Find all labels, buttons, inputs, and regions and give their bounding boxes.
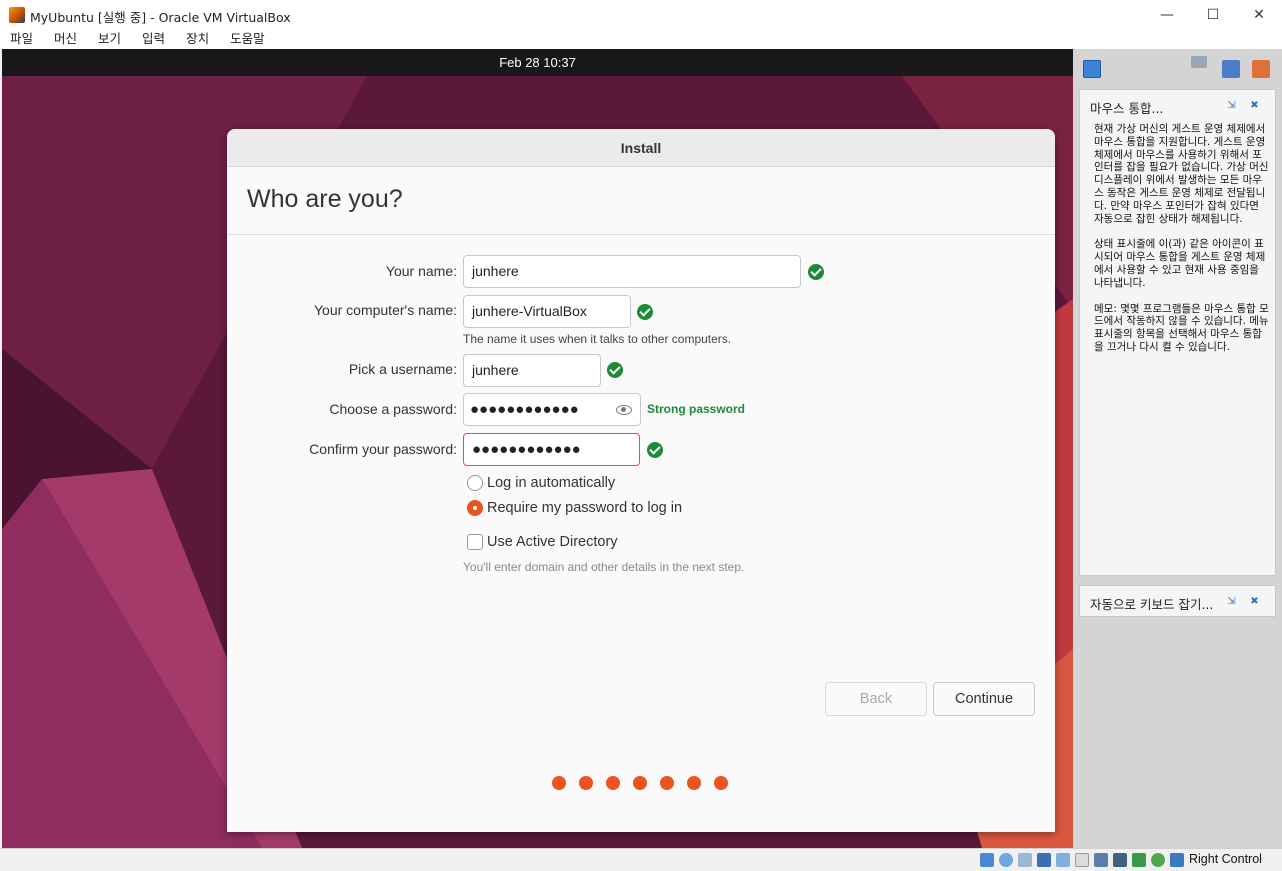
- progress-dot: [579, 776, 593, 790]
- menu-file[interactable]: 파일: [10, 30, 33, 50]
- mouse-paragraph-2: 상태 표시줄에 이(과) 같은 아이콘이 표시되어 마우스 통합을 게스트 운영…: [1094, 238, 1266, 289]
- mouse-integration-icon[interactable]: [1151, 853, 1165, 867]
- installer-dialog: Install Who are you? Your name: junhere …: [227, 129, 1055, 832]
- continue-button[interactable]: Continue: [933, 682, 1035, 716]
- recording-icon[interactable]: [1113, 853, 1127, 867]
- menu-help[interactable]: 도움말: [230, 30, 265, 50]
- window-title: MyUbuntu [실행 중] - Oracle VM VirtualBox: [30, 10, 291, 25]
- computer-name-hint: The name it uses when it talks to other …: [463, 332, 732, 346]
- keyboard-capture-panel: 자동으로 키보드 잡기... ⇲ ✖: [1079, 585, 1276, 617]
- name-input[interactable]: junhere: [463, 255, 801, 288]
- mouse-paragraph-1: 현재 가상 머신의 게스트 운영 체제에서 마우스 통합을 지원합니다. 게스트…: [1094, 123, 1269, 225]
- menu-view[interactable]: 보기: [98, 30, 121, 50]
- active-directory-label[interactable]: Use Active Directory: [487, 534, 618, 550]
- confirm-password-label: Confirm your password:: [309, 441, 457, 457]
- mouse-paragraph-3: 메모: 몇몇 프로그램들은 마우스 통합 모드에서 작동하지 않을 수 있습니다…: [1094, 302, 1269, 353]
- window-titlebar: MyUbuntu [실행 중] - Oracle VM VirtualBox —…: [0, 0, 1282, 30]
- password-input[interactable]: ●●●●●●●●●●●●: [463, 393, 641, 426]
- dialog-title: Install: [227, 129, 1055, 167]
- username-input[interactable]: junhere: [463, 354, 601, 387]
- host-key-label: Right Control: [1189, 852, 1262, 866]
- virtualization-icon[interactable]: [1132, 853, 1146, 867]
- keyboard-icon[interactable]: [1170, 853, 1184, 867]
- active-directory-hint: You'll enter domain and other details in…: [463, 560, 745, 574]
- usb-icon[interactable]: [1056, 853, 1070, 867]
- name-valid-icon: [808, 264, 824, 280]
- virtualbox-app-icon: [9, 7, 25, 23]
- show-password-icon[interactable]: [616, 405, 632, 415]
- display-icon[interactable]: [1094, 853, 1108, 867]
- progress-dot: [687, 776, 701, 790]
- confirm-password-input[interactable]: ●●●●●●●●●●●●: [463, 433, 640, 466]
- divider: [227, 234, 1055, 235]
- computer-name-input[interactable]: junhere-VirtualBox: [463, 295, 631, 328]
- mouse-integration-title: 마우스 통합...: [1090, 101, 1164, 116]
- notification-side-panel: 마우스 통합... ⇲ ✖ 현재 가상 머신의 게스트 운영 체제에서 마우스 …: [1073, 49, 1282, 848]
- progress-dot: [714, 776, 728, 790]
- maximize-button[interactable]: ☐: [1190, 0, 1236, 30]
- menu-input[interactable]: 입력: [142, 30, 165, 50]
- shared-folders-icon[interactable]: [1075, 853, 1089, 867]
- hard-disk-icon[interactable]: [980, 853, 994, 867]
- pin-icon[interactable]: ⇲: [1226, 100, 1237, 111]
- mouse-integration-text: 현재 가상 머신의 게스트 운영 체제에서 마우스 통합을 지원합니다. 게스트…: [1094, 123, 1270, 367]
- username-valid-icon: [607, 362, 623, 378]
- menu-devices[interactable]: 장치: [186, 30, 209, 50]
- back-button[interactable]: Back: [825, 682, 927, 716]
- password-label: Choose a password:: [329, 401, 457, 417]
- progress-dot: [633, 776, 647, 790]
- computer-name-valid-icon: [637, 304, 653, 320]
- username-label: Pick a username:: [348, 361, 457, 377]
- pin-icon[interactable]: ⇲: [1226, 596, 1237, 607]
- login-require-label[interactable]: Require my password to log in: [487, 500, 682, 516]
- gnome-top-bar: Feb 28 10:37: [2, 49, 1073, 76]
- clock[interactable]: Feb 28 10:37: [499, 55, 576, 70]
- minimize-button[interactable]: —: [1144, 0, 1190, 30]
- progress-dot: [606, 776, 620, 790]
- active-directory-checkbox[interactable]: [467, 534, 483, 550]
- optical-drive-icon[interactable]: [999, 853, 1013, 867]
- login-auto-label[interactable]: Log in automatically: [487, 475, 615, 491]
- page-title: Who are you?: [247, 185, 403, 213]
- dismiss-icon[interactable]: ✖: [1249, 596, 1260, 607]
- network-icon[interactable]: [1191, 56, 1207, 68]
- confirm-password-valid-icon: [647, 442, 663, 458]
- close-all-icon[interactable]: [1252, 60, 1270, 78]
- network-status-icon[interactable]: [1037, 853, 1051, 867]
- mouse-integration-panel: 마우스 통합... ⇲ ✖ 현재 가상 머신의 게스트 운영 체제에서 마우스 …: [1079, 89, 1276, 576]
- keyboard-capture-title: 자동으로 키보드 잡기...: [1090, 597, 1214, 612]
- computer-name-label: Your computer's name:: [313, 302, 457, 318]
- vm-display[interactable]: Feb 28 10:37 Install Who are you? Your n…: [2, 49, 1073, 848]
- menu-bar: 파일 머신 보기 입력 장치 도움말: [0, 30, 1282, 50]
- message-icon[interactable]: [1083, 60, 1101, 78]
- password-strength: Strong password: [647, 402, 746, 416]
- audio-icon[interactable]: [1018, 853, 1032, 867]
- login-require-radio[interactable]: [467, 500, 483, 516]
- name-label: Your name:: [385, 263, 457, 279]
- confirm-password-dots: ●●●●●●●●●●●●: [472, 441, 581, 458]
- side-toolbar: [1073, 49, 1282, 83]
- close-button[interactable]: ✕: [1236, 0, 1282, 30]
- login-auto-radio[interactable]: [467, 475, 483, 491]
- settings-icon[interactable]: [1222, 60, 1240, 78]
- status-bar: Right Control: [0, 848, 1282, 871]
- progress-dot: [660, 776, 674, 790]
- progress-dot: [552, 776, 566, 790]
- dismiss-icon[interactable]: ✖: [1249, 100, 1260, 111]
- password-dots: ●●●●●●●●●●●●: [470, 401, 579, 418]
- menu-machine[interactable]: 머신: [54, 30, 77, 50]
